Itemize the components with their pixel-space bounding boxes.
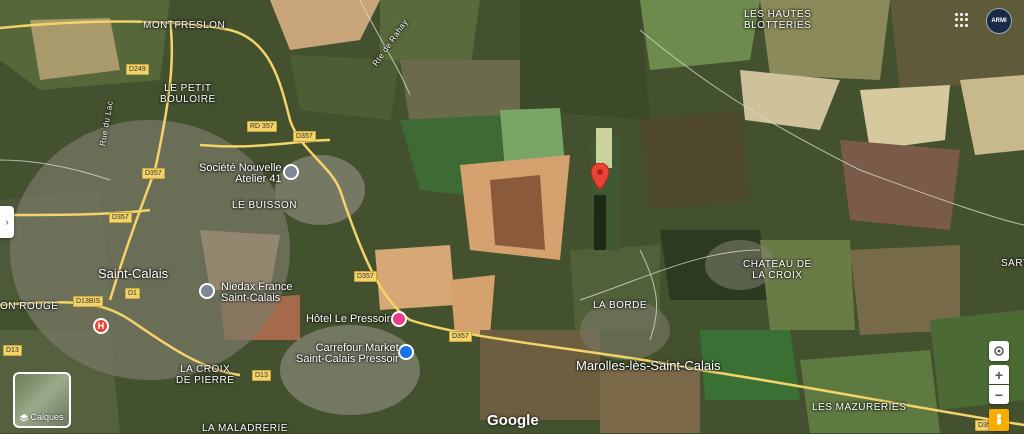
place-la-croix-de-pierre: LA CROIX DE PIERRE xyxy=(176,364,235,386)
my-location-button[interactable] xyxy=(989,341,1009,361)
account-avatar[interactable]: ARMI xyxy=(986,8,1012,34)
road-label-d357: D357 xyxy=(293,131,316,142)
satellite-map[interactable] xyxy=(0,0,1024,433)
hospital-icon[interactable]: H xyxy=(93,318,109,334)
apps-grid-icon[interactable] xyxy=(955,13,969,27)
road-label-d357: D357 xyxy=(354,271,377,282)
zoom-in-button[interactable]: + xyxy=(989,365,1009,384)
poi-label-societe[interactable]: Société Nouvelle Atelier 41 xyxy=(199,163,282,185)
poi-marker-hotel[interactable] xyxy=(391,311,407,327)
poi-label-carrefour[interactable]: Carrefour Market Saint-Calais Pressoir xyxy=(296,343,399,365)
place-les-mazureries: LES MAZURERIES xyxy=(812,402,907,413)
poi-marker-societe[interactable] xyxy=(283,164,299,180)
road-label-d13bis: D13BIS xyxy=(73,296,104,307)
road-label-d13: D13 xyxy=(252,370,271,381)
place-marolles: Marolles-lès-Saint-Calais xyxy=(576,358,721,373)
road-label-d357: D357 xyxy=(109,212,132,223)
place-chateau-de-la-croix: CHATEAU DE LA CROIX xyxy=(743,259,812,281)
poi-label-hotel[interactable]: Hôtel Le Pressoir xyxy=(306,314,390,325)
place-le-buisson: LE BUISSON xyxy=(232,200,298,211)
crosshair-icon xyxy=(994,346,1004,356)
layers-label: Calques xyxy=(19,412,64,422)
poi-marker-niedax[interactable] xyxy=(199,283,215,299)
place-les-hautes-blotteries: LES HAUTES BLOTTERIES xyxy=(744,9,812,31)
place-on-rouge: ON ROUGE xyxy=(0,301,59,312)
collapse-panel-button[interactable]: › xyxy=(0,206,14,238)
pegman-icon xyxy=(996,413,1002,425)
road-label-rd357: RD 357 xyxy=(247,121,277,132)
layers-button[interactable]: Calques xyxy=(13,372,71,428)
zoom-out-button[interactable]: − xyxy=(989,385,1009,404)
road-label-d1: D1 xyxy=(125,288,140,299)
road-label-d13: D13 xyxy=(3,345,22,356)
place-saint-calais: Saint-Calais xyxy=(98,266,169,281)
street-view-pegman-icon[interactable] xyxy=(989,409,1009,431)
place-la-borde: LA BORDE xyxy=(593,300,648,311)
place-sarthe: SARTHE xyxy=(1001,258,1024,269)
place-le-petit-bouloire: LE PETIT BOULOIRE xyxy=(160,83,216,105)
road-label-d357: D357 xyxy=(449,331,472,342)
road-label-d249: D249 xyxy=(126,64,149,75)
google-logo: Google xyxy=(487,412,539,429)
poi-label-niedax[interactable]: Niedax France Saint-Calais xyxy=(221,282,293,304)
poi-marker-carrefour[interactable] xyxy=(398,344,414,360)
layers-icon xyxy=(19,413,29,422)
place-montfreslon: MONTFRESLON xyxy=(143,20,226,31)
location-pin-icon[interactable] xyxy=(591,163,609,190)
place-la-maladrerie: LA MALADRERIE xyxy=(202,423,288,434)
road-label-d357: D357 xyxy=(142,168,165,179)
